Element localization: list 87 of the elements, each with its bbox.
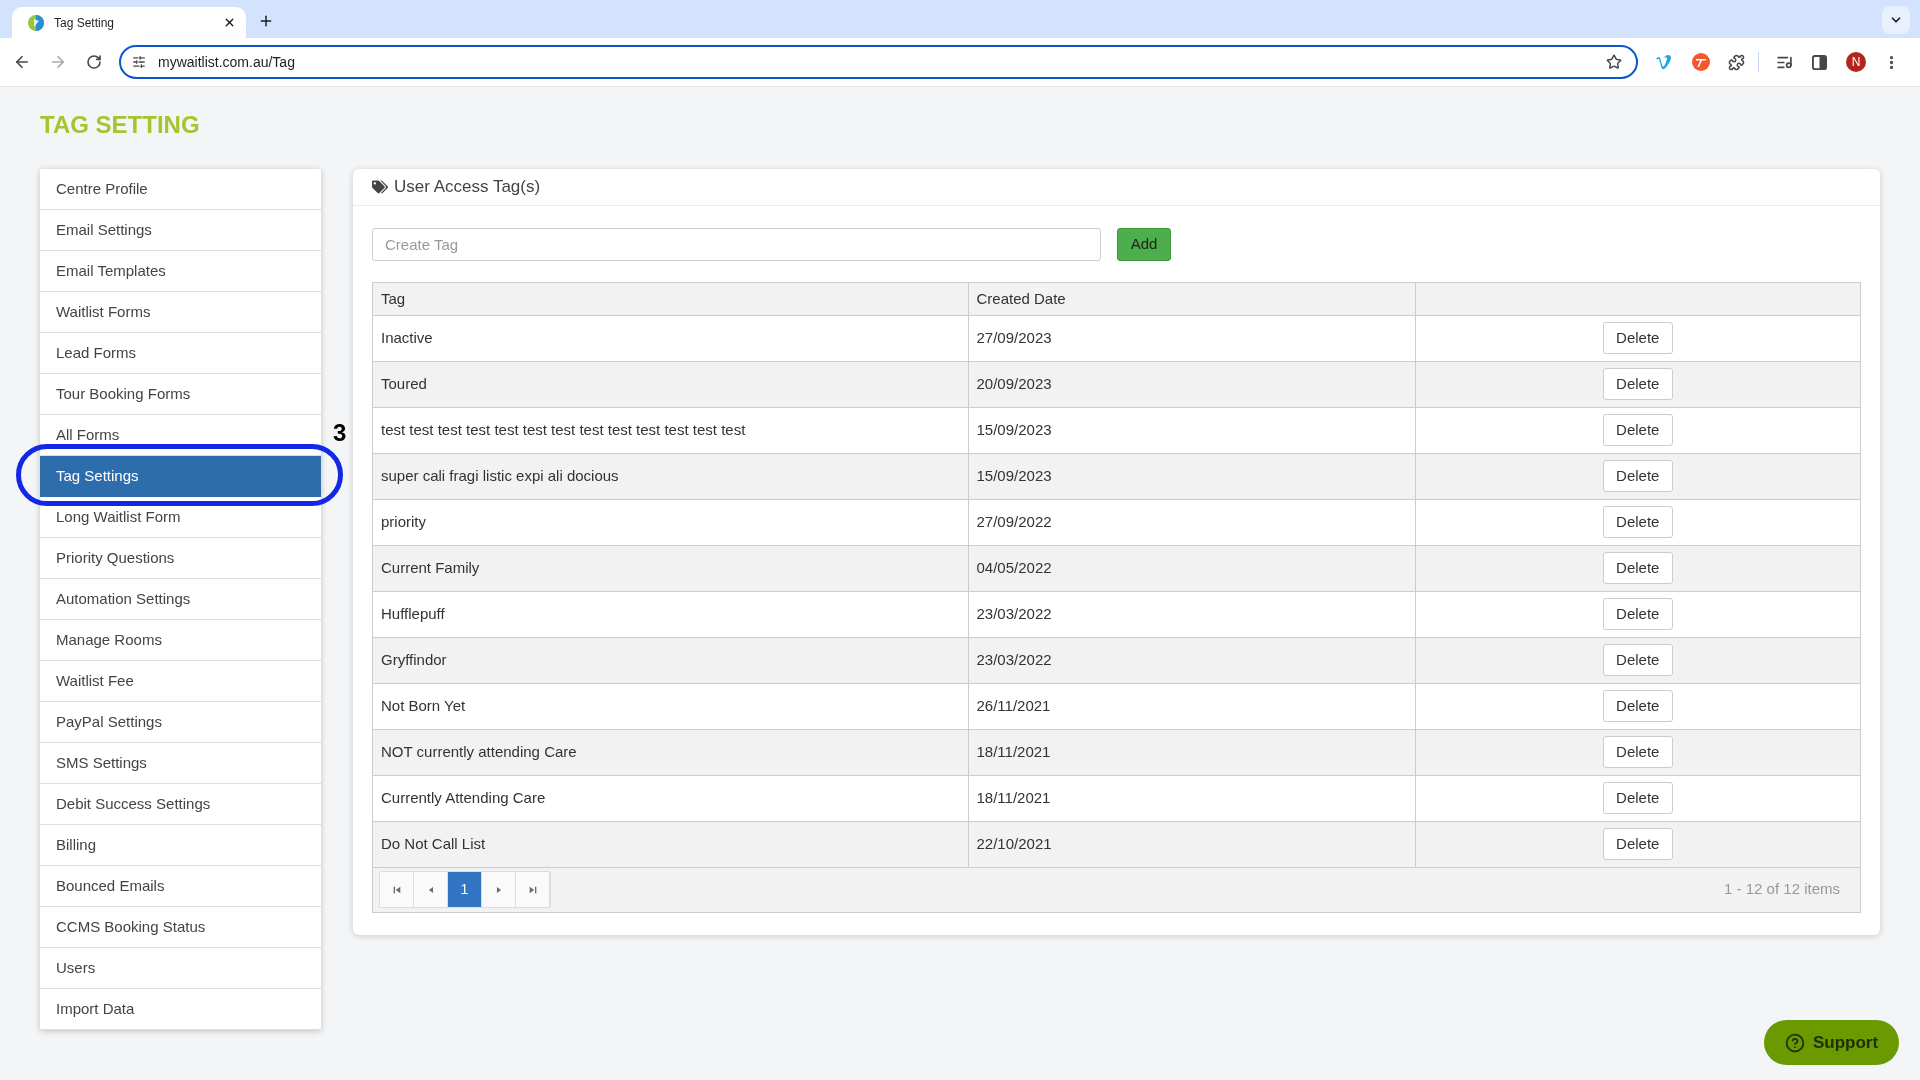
- menu-item[interactable]: Users: [56, 959, 96, 977]
- tag-cell: Do Not Call List: [381, 835, 486, 852]
- page-title: TAG SETTING: [40, 111, 200, 139]
- menu-item[interactable]: Manage Rooms: [56, 631, 162, 649]
- tag-cell: priority: [381, 513, 426, 530]
- side-panel-icon[interactable]: [1812, 54, 1827, 70]
- column-header: Created Date: [968, 283, 1415, 315]
- panel-title: User Access Tag(s): [394, 176, 541, 199]
- v-mark-icon[interactable]: [1655, 54, 1673, 70]
- tab-title: Tag Setting: [54, 14, 116, 32]
- delete-button[interactable]: Delete: [1602, 690, 1673, 722]
- extensions-puzzle-icon[interactable]: [1728, 53, 1745, 71]
- menu-item[interactable]: Email Templates: [56, 262, 166, 280]
- menu-item[interactable]: PayPal Settings: [56, 713, 162, 731]
- delete-button[interactable]: Delete: [1602, 828, 1673, 860]
- menu-item[interactable]: Tag Settings: [40, 456, 321, 497]
- date-cell: 18/11/2021: [976, 789, 1051, 806]
- menu-item[interactable]: Centre Profile: [56, 180, 148, 198]
- address-text: mywaitlist.com.au/Tag: [158, 52, 296, 72]
- add-button[interactable]: Add: [1117, 228, 1171, 261]
- menu-item[interactable]: Billing: [56, 836, 97, 854]
- menu-item[interactable]: Bounced Emails: [56, 877, 165, 895]
- delete-button[interactable]: Delete: [1602, 552, 1673, 584]
- tag-cell: Currently Attending Care: [381, 789, 546, 806]
- bookmark-star-icon[interactable]: [1606, 54, 1622, 70]
- extension-circle-icon[interactable]: [1692, 53, 1710, 71]
- menu-item[interactable]: CCMS Booking Status: [56, 918, 206, 936]
- menu-item[interactable]: Debit Success Settings: [56, 795, 211, 813]
- date-cell: 27/09/2023: [976, 329, 1052, 346]
- menu-item[interactable]: SMS Settings: [56, 754, 147, 772]
- date-cell: 23/03/2022: [976, 651, 1052, 668]
- tag-cell: Not Born Yet: [381, 697, 466, 714]
- first-page-icon: [391, 884, 402, 895]
- delete-button[interactable]: Delete: [1602, 460, 1673, 492]
- delete-button[interactable]: Delete: [1602, 506, 1673, 538]
- delete-button[interactable]: Delete: [1602, 736, 1673, 768]
- pager-summary: 1 - 12 of 12 items: [1724, 879, 1840, 900]
- date-cell: 26/11/2021: [976, 697, 1051, 714]
- help-icon: [1784, 1032, 1805, 1053]
- menu-item[interactable]: All Forms: [56, 426, 120, 444]
- tag-cell: Hufflepuff: [381, 605, 445, 622]
- tag-cell: test test test test test test test test test test test test test: [381, 421, 746, 438]
- delete-button[interactable]: Delete: [1602, 644, 1673, 676]
- menu-item[interactable]: Automation Settings: [56, 590, 191, 608]
- date-cell: 18/11/2021: [976, 743, 1051, 760]
- site-logo-icon: [28, 14, 44, 31]
- date-cell: 23/03/2022: [976, 605, 1052, 622]
- tag-cell: super cali fragi listic expi ali docious: [381, 467, 619, 484]
- column-header: Tag: [373, 283, 968, 315]
- profile-avatar[interactable]: N: [1846, 52, 1866, 72]
- close-icon[interactable]: [223, 16, 236, 29]
- delete-button[interactable]: Delete: [1602, 322, 1673, 354]
- menu-item[interactable]: Long Waitlist Form: [56, 508, 181, 526]
- reload-icon[interactable]: [86, 54, 102, 70]
- new-tab-icon[interactable]: [258, 13, 274, 29]
- delete-button[interactable]: Delete: [1602, 414, 1673, 446]
- create-tag-input[interactable]: Create Tag: [372, 228, 1101, 261]
- tab-list-button[interactable]: [1882, 6, 1910, 34]
- menu-item[interactable]: Waitlist Forms: [56, 303, 151, 321]
- delete-button[interactable]: Delete: [1602, 598, 1673, 630]
- date-cell: 20/09/2023: [976, 375, 1052, 392]
- page-button[interactable]: 1: [448, 872, 482, 907]
- support-button[interactable]: Support: [1764, 1020, 1899, 1065]
- date-cell: 22/10/2021: [976, 835, 1052, 852]
- tag-cell: Toured: [381, 375, 427, 392]
- date-cell: 04/05/2022: [976, 559, 1052, 576]
- date-cell: 15/09/2023: [976, 467, 1052, 484]
- menu-item[interactable]: Tour Booking Forms: [56, 385, 191, 403]
- tag-cell: Inactive: [381, 329, 433, 346]
- menu-item[interactable]: Email Settings: [56, 221, 152, 239]
- site-settings-icon[interactable]: [132, 55, 146, 69]
- menu-item[interactable]: Priority Questions: [56, 549, 175, 567]
- menu-item[interactable]: Lead Forms: [56, 344, 137, 362]
- last-page-icon: [527, 884, 538, 895]
- menu-item[interactable]: Waitlist Fee: [56, 672, 134, 690]
- menu-item[interactable]: Import Data: [56, 1000, 135, 1018]
- tag-cell: NOT currently attending Care: [381, 743, 577, 760]
- step-number: 3: [333, 419, 347, 447]
- address-bar[interactable]: mywaitlist.com.au/Tag: [119, 45, 1638, 79]
- tags-icon: [372, 179, 388, 195]
- tag-cell: Gryffindor: [381, 651, 447, 668]
- tag-cell: Current Family: [381, 559, 480, 576]
- date-cell: 15/09/2023: [976, 421, 1052, 438]
- delete-button[interactable]: Delete: [1602, 782, 1673, 814]
- date-cell: 27/09/2022: [976, 513, 1052, 530]
- browser-tab[interactable]: Tag Setting: [12, 7, 246, 38]
- delete-button[interactable]: Delete: [1602, 368, 1673, 400]
